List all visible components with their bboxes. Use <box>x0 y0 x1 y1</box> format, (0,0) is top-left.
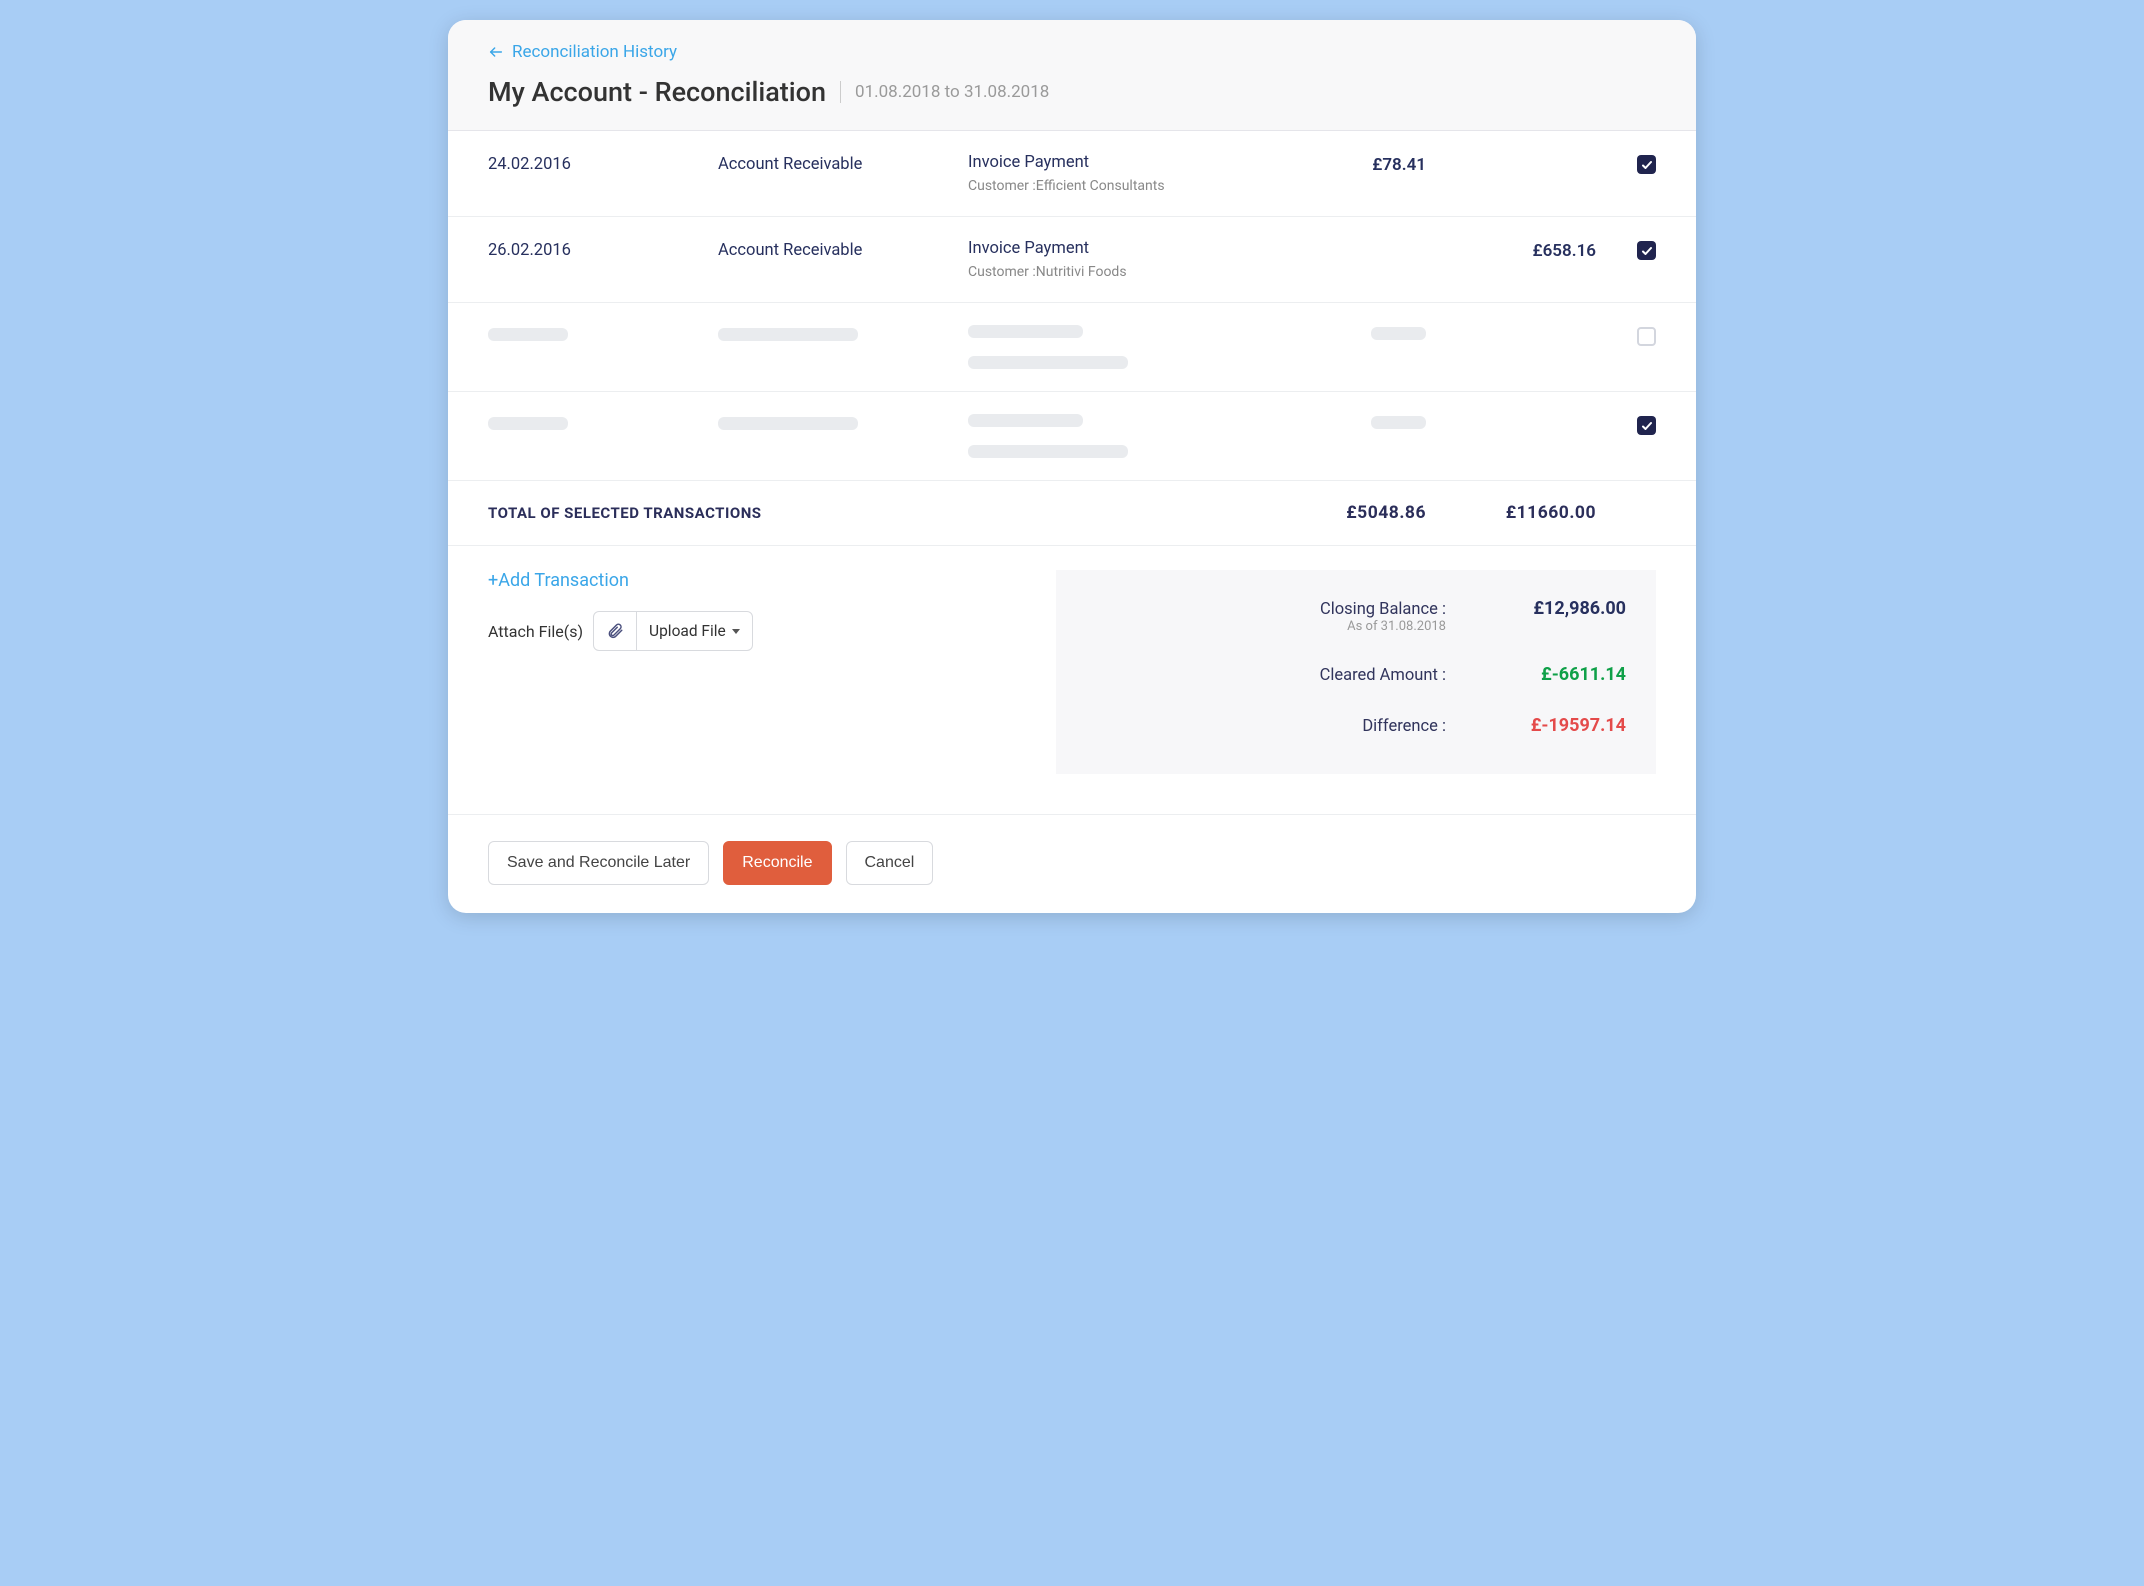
back-link-text: Reconciliation History <box>512 42 677 62</box>
closing-balance-sub: As of 31.08.2018 <box>1347 619 1446 634</box>
check-icon <box>1641 245 1653 257</box>
upload-file-label: Upload File <box>649 622 726 640</box>
transaction-description: Invoice Payment Customer :Efficient Cons… <box>968 153 1256 194</box>
upload-file-button[interactable]: Upload File <box>637 612 752 650</box>
cancel-button[interactable]: Cancel <box>846 841 934 885</box>
totals-debit: £5048.86 <box>1256 503 1426 523</box>
skeleton-placeholder <box>968 356 1128 369</box>
transaction-amount-credit: £658.16 <box>1426 239 1596 261</box>
transaction-checkbox[interactable] <box>1637 416 1656 435</box>
footer-actions: Save and Reconcile Later Reconcile Cance… <box>448 815 1696 913</box>
skeleton-placeholder <box>718 417 858 430</box>
paperclip-icon <box>606 622 624 640</box>
save-reconcile-later-button[interactable]: Save and Reconcile Later <box>488 841 709 885</box>
reconciliation-frame: Reconciliation History My Account - Reco… <box>448 20 1696 913</box>
transaction-account: Account Receivable <box>718 153 968 174</box>
closing-balance-value: £12,986.00 <box>1486 598 1626 619</box>
upload-file-group: Upload File <box>593 611 753 651</box>
transaction-row: 24.02.2016 Account Receivable Invoice Pa… <box>448 131 1696 217</box>
difference-value: £-19597.14 <box>1486 715 1626 736</box>
skeleton-placeholder <box>488 328 568 341</box>
cleared-amount-label: Cleared Amount : <box>1246 666 1446 685</box>
attach-file-label: Attach File(s) <box>488 622 583 641</box>
transaction-amount-debit <box>1256 239 1426 241</box>
transaction-checkbox[interactable] <box>1637 241 1656 260</box>
title-separator <box>840 81 841 103</box>
closing-balance-label: Closing Balance : <box>1246 600 1446 619</box>
page-title: My Account - Reconciliation <box>488 76 826 108</box>
upload-file-icon-button[interactable] <box>594 612 637 650</box>
skeleton-placeholder <box>1371 327 1426 340</box>
chevron-down-icon <box>732 629 740 634</box>
transaction-description: Invoice Payment Customer :Nutritivi Food… <box>968 239 1256 280</box>
transaction-checkbox[interactable] <box>1637 327 1656 346</box>
transaction-account: Account Receivable <box>718 239 968 260</box>
check-icon <box>1641 159 1653 171</box>
page-header: Reconciliation History My Account - Reco… <box>448 20 1696 131</box>
totals-label: TOTAL OF SELECTED TRANSACTIONS <box>488 504 1256 522</box>
summary-panel: Closing Balance : As of 31.08.2018 £12,9… <box>1056 570 1656 774</box>
totals-row: TOTAL OF SELECTED TRANSACTIONS £5048.86 … <box>448 481 1696 546</box>
transaction-desc-sub: Customer :Efficient Consultants <box>968 178 1256 194</box>
transaction-checkbox[interactable] <box>1637 155 1656 174</box>
transaction-date: 24.02.2016 <box>488 153 718 174</box>
transaction-amount-credit <box>1426 153 1596 155</box>
add-transaction-link[interactable]: +Add Transaction <box>488 570 1036 591</box>
transaction-desc-sub: Customer :Nutritivi Foods <box>968 264 1256 280</box>
transaction-row: 26.02.2016 Account Receivable Invoice Pa… <box>448 217 1696 303</box>
date-range: 01.08.2018 to 31.08.2018 <box>855 82 1049 102</box>
skeleton-placeholder <box>1371 416 1426 429</box>
transaction-desc-main: Invoice Payment <box>968 153 1256 172</box>
transaction-date: 26.02.2016 <box>488 239 718 260</box>
arrow-left-icon <box>488 44 504 60</box>
totals-credit: £11660.00 <box>1426 503 1596 523</box>
reconcile-button[interactable]: Reconcile <box>723 841 831 885</box>
skeleton-placeholder <box>968 414 1083 427</box>
back-link[interactable]: Reconciliation History <box>488 42 677 62</box>
skeleton-placeholder <box>968 445 1128 458</box>
transaction-row-loading <box>448 303 1696 392</box>
transaction-row-loading <box>448 392 1696 481</box>
lower-section: +Add Transaction Attach File(s) Upload F… <box>448 546 1696 815</box>
skeleton-placeholder <box>718 328 858 341</box>
cleared-amount-value: £-6611.14 <box>1486 664 1626 685</box>
check-icon <box>1641 420 1653 432</box>
skeleton-placeholder <box>488 417 568 430</box>
transaction-amount-debit: £78.41 <box>1256 153 1426 175</box>
skeleton-placeholder <box>968 325 1083 338</box>
difference-label: Difference : <box>1246 717 1446 736</box>
transaction-desc-main: Invoice Payment <box>968 239 1256 258</box>
